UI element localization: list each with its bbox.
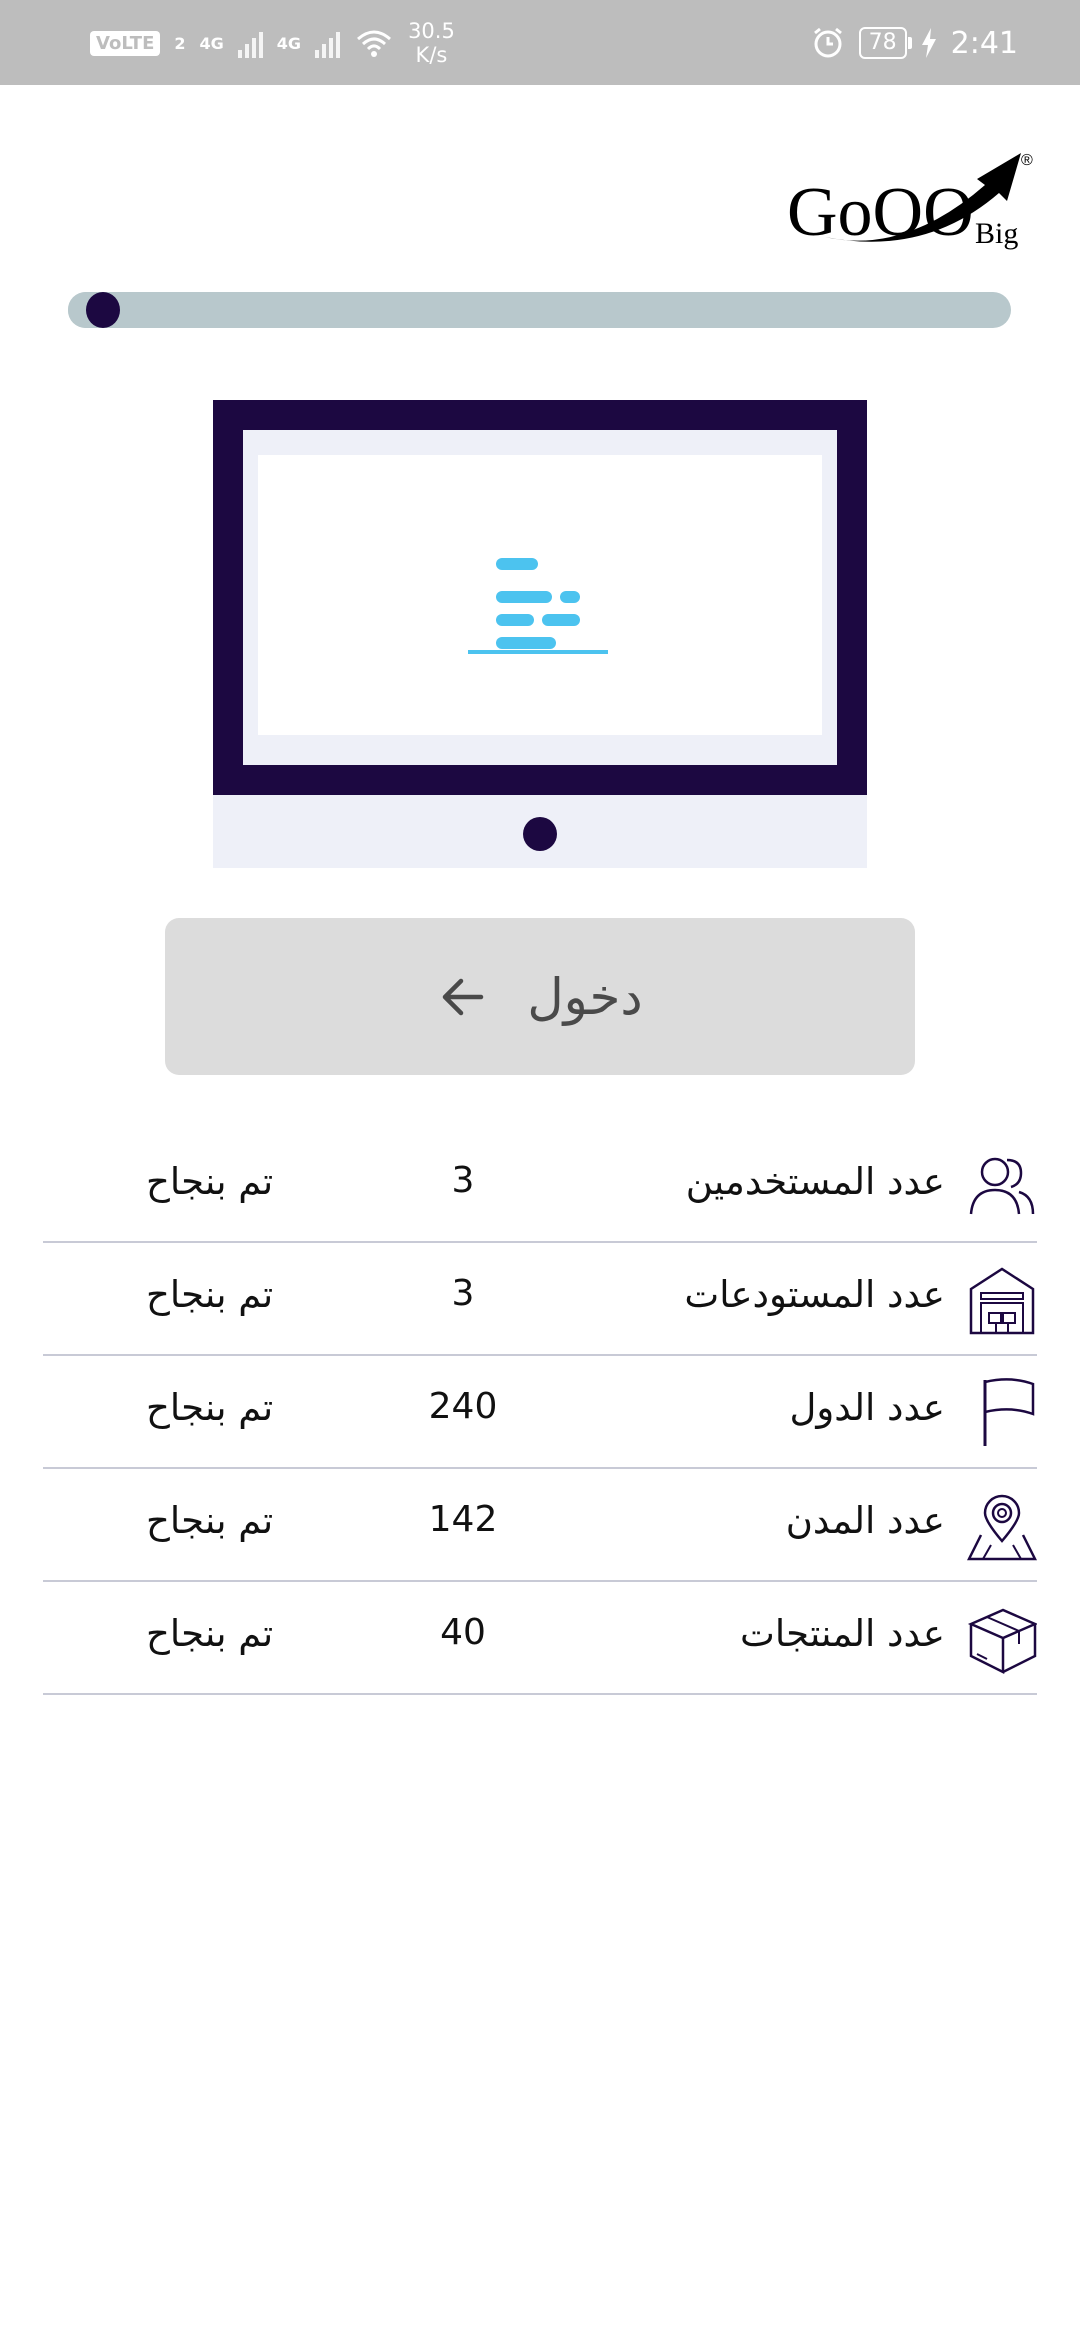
network-type-1: 4G: [199, 33, 224, 53]
box-icon: [967, 1608, 1037, 1674]
warehouse-icon: [969, 1267, 1035, 1335]
network-speed: 30.5 K/s: [408, 19, 455, 67]
status-right: 78 2:41: [811, 18, 1018, 68]
signal-bars-1-icon: [237, 28, 263, 58]
stat-status: تم بنجاح: [146, 1612, 274, 1655]
stat-count: 3: [451, 1160, 475, 1201]
stat-status: تم بنجاح: [146, 1160, 274, 1203]
list-item: عدد المنتجات 40 تم بنجاح: [43, 1582, 1037, 1695]
list-item: عدد الدول 240 تم بنجاح: [43, 1356, 1037, 1469]
progress-knob: [86, 292, 121, 328]
stat-label: عدد المستخدمين: [685, 1160, 945, 1203]
speed-unit: K/s: [415, 43, 448, 67]
signal-bars-2-icon: [315, 28, 341, 58]
battery-indicator: 78: [858, 27, 912, 59]
stats-list: عدد المستخدمين 3 تم بنجاح عدد المستودعات…: [43, 1130, 1037, 1695]
list-item: عدد المستخدمين 3 تم بنجاح: [43, 1130, 1037, 1243]
stat-count: 240: [428, 1386, 498, 1427]
stat-label: عدد المستودعات: [684, 1273, 945, 1316]
stat-count: 3: [451, 1273, 475, 1314]
stat-status: تم بنجاح: [146, 1499, 274, 1542]
wifi-icon: [357, 30, 392, 57]
stat-count: 40: [440, 1612, 486, 1653]
stat-label: عدد المنتجات: [740, 1612, 945, 1655]
network-type-2: 4G: [276, 33, 302, 53]
status-left: VoLTE 2 4G 4G 30.5 K/s: [90, 18, 455, 68]
speed-value: 30.5: [408, 19, 455, 43]
map-pin-icon: [967, 1494, 1037, 1561]
arrow-left-icon: [443, 978, 484, 1015]
stat-status: تم بنجاح: [146, 1273, 274, 1316]
list-item: عدد المدن 142 تم بنجاح: [43, 1469, 1037, 1582]
clock-time: 2:41: [950, 25, 1018, 61]
stat-status: تم بنجاح: [146, 1386, 274, 1429]
status-bar: VoLTE 2 4G 4G 30.5 K/s 78 2:41: [0, 0, 1080, 85]
list-item: عدد المستودعات 3 تم بنجاح: [43, 1243, 1037, 1356]
monitor-illustration: [213, 400, 867, 868]
charging-icon: [921, 28, 936, 58]
logo-subtext: Big: [975, 217, 1018, 250]
logo-graphic: GoOO Big ®: [787, 152, 1033, 251]
flag-icon: [983, 1378, 1035, 1446]
login-label: دخول: [527, 967, 643, 1026]
alarm-icon: [813, 27, 842, 58]
users-icon: [969, 1157, 1035, 1215]
volte-badge: VoLTE: [90, 30, 161, 56]
progress-bar: [68, 292, 1011, 328]
stat-label: عدد المدن: [785, 1499, 945, 1542]
app-logo: GoOO Big ®: [785, 145, 1045, 255]
login-button[interactable]: دخول: [165, 918, 915, 1075]
stat-label: عدد الدول: [789, 1386, 945, 1429]
sim-number: 2: [174, 33, 186, 53]
stat-count: 142: [428, 1499, 498, 1540]
logo-registered: ®: [1021, 152, 1033, 169]
